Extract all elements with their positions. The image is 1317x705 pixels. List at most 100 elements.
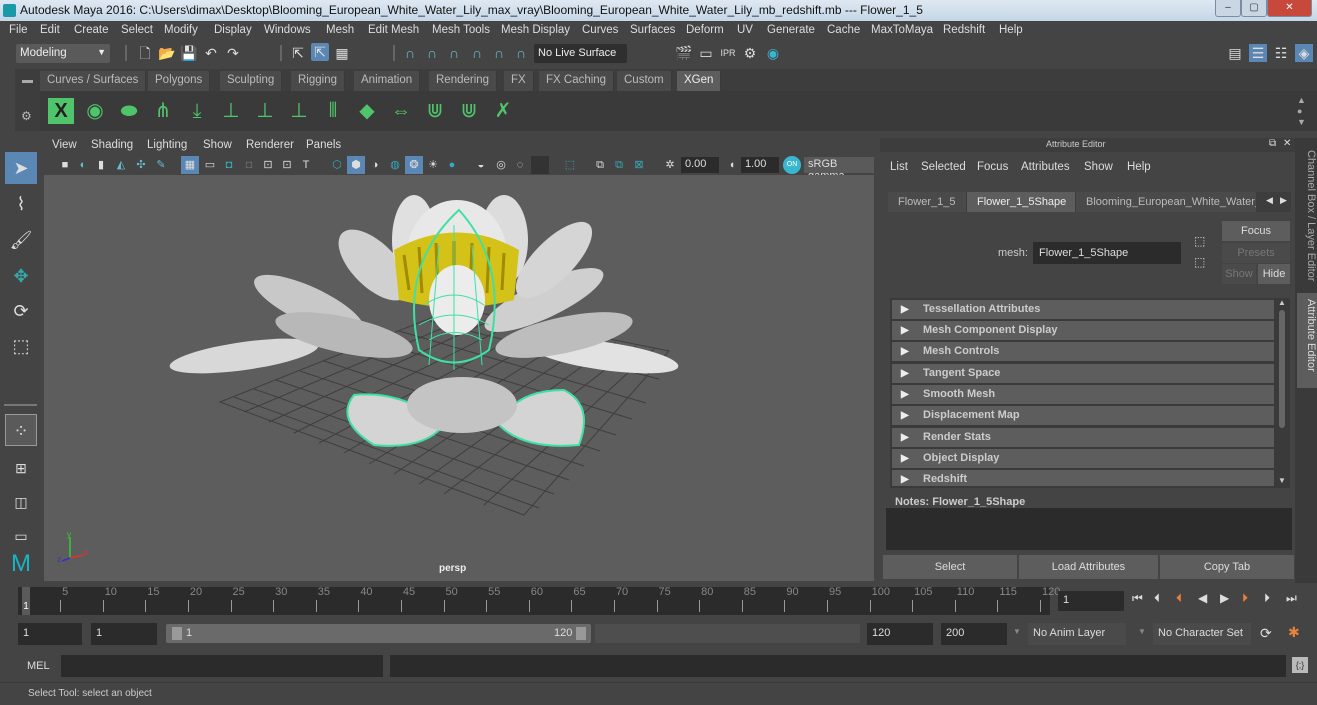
safe-action-icon[interactable]: ⊡ xyxy=(278,156,296,174)
show-button[interactable]: Show xyxy=(1222,264,1256,284)
gear-icon[interactable]: ⚙ xyxy=(21,109,32,123)
section-render-stats[interactable]: ▶ Render Stats xyxy=(892,428,1274,447)
xgen-bake-guides-icon[interactable]: ⋓ xyxy=(456,98,482,124)
live-surface-field[interactable]: No Live Surface xyxy=(534,44,627,63)
shelf-tab-fx[interactable]: FX xyxy=(504,71,534,91)
menuset-dropdown[interactable]: Modeling ▼ xyxy=(16,44,110,63)
load-input-icon[interactable]: ⬚ xyxy=(1194,234,1205,248)
xgen-add-guide-icon[interactable]: ⊥ xyxy=(218,98,244,124)
select-object-icon[interactable]: ⇱ xyxy=(311,43,329,61)
channel-box-tab[interactable]: Channel Box / Layer Editor xyxy=(1297,144,1317,290)
attribute-editor-tab[interactable]: Attribute Editor xyxy=(1297,293,1317,388)
ambient-occlusion-icon[interactable]: ◒ xyxy=(472,156,490,174)
node-name-field[interactable]: Flower_1_5Shape xyxy=(1033,242,1181,264)
select-tool-icon[interactable]: ➤ xyxy=(5,152,37,184)
depth-of-field-icon[interactable] xyxy=(531,156,549,174)
viewport-menu-view[interactable]: View xyxy=(52,139,77,151)
command-input[interactable] xyxy=(61,655,383,677)
ae-tab-material[interactable]: Blooming_European_White_Water_ xyxy=(1076,192,1256,212)
textured-icon[interactable]: ❂ xyxy=(405,156,423,174)
lasso-tool-icon[interactable]: ⌇ xyxy=(5,188,37,220)
play-backward-icon[interactable]: ◀ xyxy=(1198,591,1207,605)
viewport-menu-lighting[interactable]: Lighting xyxy=(147,139,187,151)
smooth-shade-icon[interactable]: ⬢ xyxy=(347,156,365,174)
undo-icon[interactable]: ↶ xyxy=(202,44,220,62)
exposure-field[interactable]: 0.00 xyxy=(681,157,719,173)
exposure-icon[interactable]: ✲ xyxy=(661,156,679,174)
section-displacement-map[interactable]: ▶ Displacement Map xyxy=(892,406,1274,425)
xgen-delete-guides-icon[interactable]: ✗ xyxy=(490,98,516,124)
menu-uv[interactable]: UV xyxy=(737,24,753,36)
section-mesh-component-display[interactable]: ▶ Mesh Component Display xyxy=(892,321,1274,340)
current-frame-marker[interactable]: 1 xyxy=(22,587,30,615)
menu-redshift[interactable]: Redshift xyxy=(943,24,985,36)
auto-key-icon[interactable]: ⟳ xyxy=(1260,625,1272,642)
snap-grid-icon[interactable]: ∩ xyxy=(401,44,419,62)
xgen-clear-icon[interactable]: ⬬ xyxy=(116,98,142,124)
rotate-tool-icon[interactable]: ⟳ xyxy=(5,295,37,327)
image-plane-icon[interactable]: ◭ xyxy=(112,156,130,174)
wireframe-icon[interactable]: ⬡ xyxy=(328,156,346,174)
shelf-tab-animation[interactable]: Animation xyxy=(354,71,421,91)
float-panel-icon[interactable]: ⧉ xyxy=(1269,138,1276,149)
shelf-tab-rendering[interactable]: Rendering xyxy=(429,71,498,91)
single-pane-layout-icon[interactable]: ⁘ xyxy=(5,414,37,446)
animation-preferences-icon[interactable]: ✱ xyxy=(1288,624,1300,641)
animation-start-field[interactable]: 1 xyxy=(18,623,82,645)
magnet-icon[interactable]: ∩ xyxy=(512,44,530,62)
notes-field[interactable] xyxy=(886,508,1292,550)
redo-icon[interactable]: ↷ xyxy=(224,44,242,62)
gamma-icon[interactable]: ◖ xyxy=(723,156,741,174)
menu-windows[interactable]: Windows xyxy=(264,24,311,36)
menu-select[interactable]: Select xyxy=(121,24,153,36)
ipr-render-icon[interactable]: IPR xyxy=(719,44,737,62)
viewport-menu-shading[interactable]: Shading xyxy=(91,139,133,151)
ae-tab-shape[interactable]: Flower_1_5Shape xyxy=(967,192,1075,212)
section-mesh-controls[interactable]: ▶ Mesh Controls xyxy=(892,342,1274,361)
presets-button[interactable]: Presets xyxy=(1222,243,1290,263)
xgen-guide-curves-icon[interactable]: ⫴ xyxy=(320,98,346,124)
step-back-icon[interactable]: ⏴ xyxy=(1154,591,1160,606)
modeling-toolkit-icon[interactable]: ▤ xyxy=(1226,44,1244,62)
perspective-viewport[interactable]: y x z persp xyxy=(44,175,874,581)
section-tangent-space[interactable]: ▶ Tangent Space xyxy=(892,364,1274,383)
xray-joints-icon[interactable]: ⧉ xyxy=(610,156,628,174)
playback-start-field[interactable]: 1 xyxy=(91,623,157,645)
two-pane-layout-icon[interactable]: ◫ xyxy=(5,486,37,518)
script-language-label[interactable]: MEL xyxy=(27,660,50,672)
maya-home-icon[interactable]: M xyxy=(5,548,37,580)
play-forward-icon[interactable]: ▶ xyxy=(1220,591,1229,605)
grease-pencil-icon[interactable]: ✎ xyxy=(152,156,170,174)
move-tool-icon[interactable]: ✥ xyxy=(5,260,37,292)
ae-menu-show[interactable]: Show xyxy=(1084,161,1113,173)
chevron-down-icon[interactable]: ▼ xyxy=(1013,627,1021,636)
attribute-editor-toggle-icon[interactable]: ☰ xyxy=(1249,44,1267,62)
shelf-tab-custom[interactable]: Custom xyxy=(617,71,672,91)
close-panel-icon[interactable]: ✕ xyxy=(1283,138,1291,149)
save-scene-icon[interactable]: 💾 xyxy=(180,44,198,62)
menu-create[interactable]: Create xyxy=(74,24,109,36)
range-end-handle[interactable] xyxy=(576,627,586,640)
section-object-display[interactable]: ▶ Object Display xyxy=(892,449,1274,468)
scroll-up-icon[interactable]: ▲ xyxy=(1278,298,1286,307)
camera-attributes-icon[interactable]: ◐ xyxy=(74,156,92,174)
shelf-menu-icon[interactable] xyxy=(22,80,33,83)
step-forward-key-icon[interactable]: ⏵ xyxy=(1242,591,1248,606)
shelf-tab-rigging[interactable]: Rigging xyxy=(291,71,345,91)
go-to-end-icon[interactable]: ⏭ xyxy=(1286,591,1297,606)
field-chart-icon[interactable]: ⊡ xyxy=(259,156,277,174)
lights-icon[interactable]: ☀ xyxy=(424,156,442,174)
xray-components-icon[interactable]: ⊠ xyxy=(630,156,648,174)
isolate-select-icon[interactable]: ⬚ xyxy=(561,156,579,174)
playback-end-field[interactable]: 120 xyxy=(867,623,933,645)
ae-tab-transform[interactable]: Flower_1_5 xyxy=(888,192,966,212)
menu-cache[interactable]: Cache xyxy=(827,24,860,36)
menu-mesh[interactable]: Mesh xyxy=(326,24,354,36)
sections-scrollbar[interactable]: ▲ ▼ xyxy=(1276,298,1288,488)
paint-select-tool-icon[interactable]: 🖌 xyxy=(5,224,37,256)
viewport-menu-renderer[interactable]: Renderer xyxy=(246,139,294,151)
xgen-create-description-icon[interactable]: ⋔ xyxy=(150,98,176,124)
maximize-button[interactable]: ▢ xyxy=(1241,0,1267,17)
menu-edit-mesh[interactable]: Edit Mesh xyxy=(368,24,419,36)
ae-menu-attributes[interactable]: Attributes xyxy=(1021,161,1070,173)
